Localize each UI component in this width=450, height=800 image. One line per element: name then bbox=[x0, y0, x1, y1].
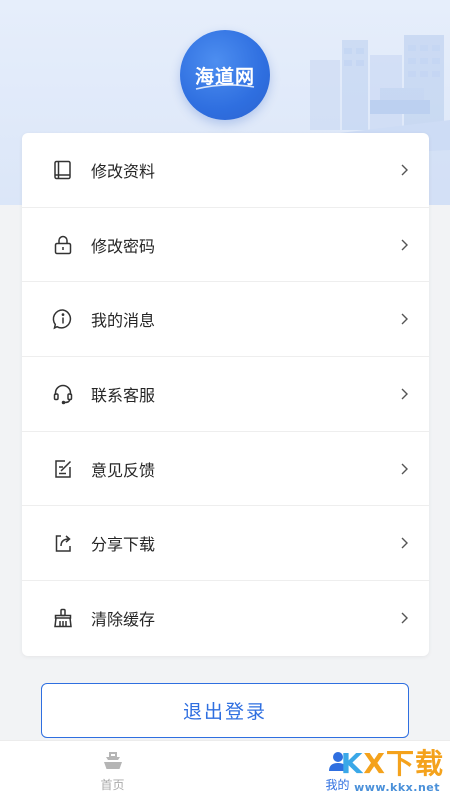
menu-item-label: 清除缓存 bbox=[91, 610, 156, 630]
user-icon bbox=[328, 751, 347, 771]
menu-item-label: 分享下载 bbox=[91, 535, 156, 555]
chevron-right-icon bbox=[401, 164, 408, 176]
chevron-right-icon bbox=[401, 463, 408, 475]
swoosh-icon bbox=[195, 84, 255, 90]
menu-item-label: 修改密码 bbox=[91, 236, 156, 256]
lock-icon bbox=[52, 234, 74, 256]
tab-label: 首页 bbox=[100, 777, 125, 792]
menu-card: 修改资料 修改密码 我的消息 联系客服 意见反馈 分享下载 清除缓存 bbox=[22, 133, 429, 656]
chevron-right-icon bbox=[401, 612, 408, 624]
share-icon bbox=[52, 532, 74, 554]
menu-item-change-password[interactable]: 修改密码 bbox=[22, 208, 429, 283]
bottom-tab-bar: 首页 我的 bbox=[0, 740, 450, 800]
menu-item-label: 联系客服 bbox=[91, 385, 156, 405]
info-icon bbox=[52, 308, 74, 330]
book-icon bbox=[52, 159, 74, 181]
menu-item-customer-service[interactable]: 联系客服 bbox=[22, 357, 429, 432]
app-logo: 海道网 bbox=[180, 30, 270, 120]
broom-icon bbox=[52, 607, 74, 629]
chevron-right-icon bbox=[401, 239, 408, 251]
tab-mine[interactable]: 我的 bbox=[225, 741, 450, 800]
menu-item-share-download[interactable]: 分享下载 bbox=[22, 506, 429, 582]
menu-item-feedback[interactable]: 意见反馈 bbox=[22, 432, 429, 507]
logout-button[interactable]: 退出登录 bbox=[41, 683, 409, 738]
chevron-right-icon bbox=[401, 313, 408, 325]
menu-item-edit-profile[interactable]: 修改资料 bbox=[22, 133, 429, 208]
edit-note-icon bbox=[52, 458, 74, 480]
menu-item-label: 我的消息 bbox=[91, 311, 156, 331]
headset-icon bbox=[52, 383, 74, 405]
tab-label: 我的 bbox=[325, 777, 350, 792]
menu-item-clear-cache[interactable]: 清除缓存 bbox=[22, 581, 429, 656]
ship-icon bbox=[103, 751, 122, 769]
chevron-right-icon bbox=[401, 537, 408, 549]
menu-item-label: 意见反馈 bbox=[91, 460, 156, 480]
chevron-right-icon bbox=[401, 388, 408, 400]
tab-home[interactable]: 首页 bbox=[0, 741, 225, 800]
menu-item-label: 修改资料 bbox=[91, 161, 156, 181]
menu-item-my-messages[interactable]: 我的消息 bbox=[22, 282, 429, 358]
